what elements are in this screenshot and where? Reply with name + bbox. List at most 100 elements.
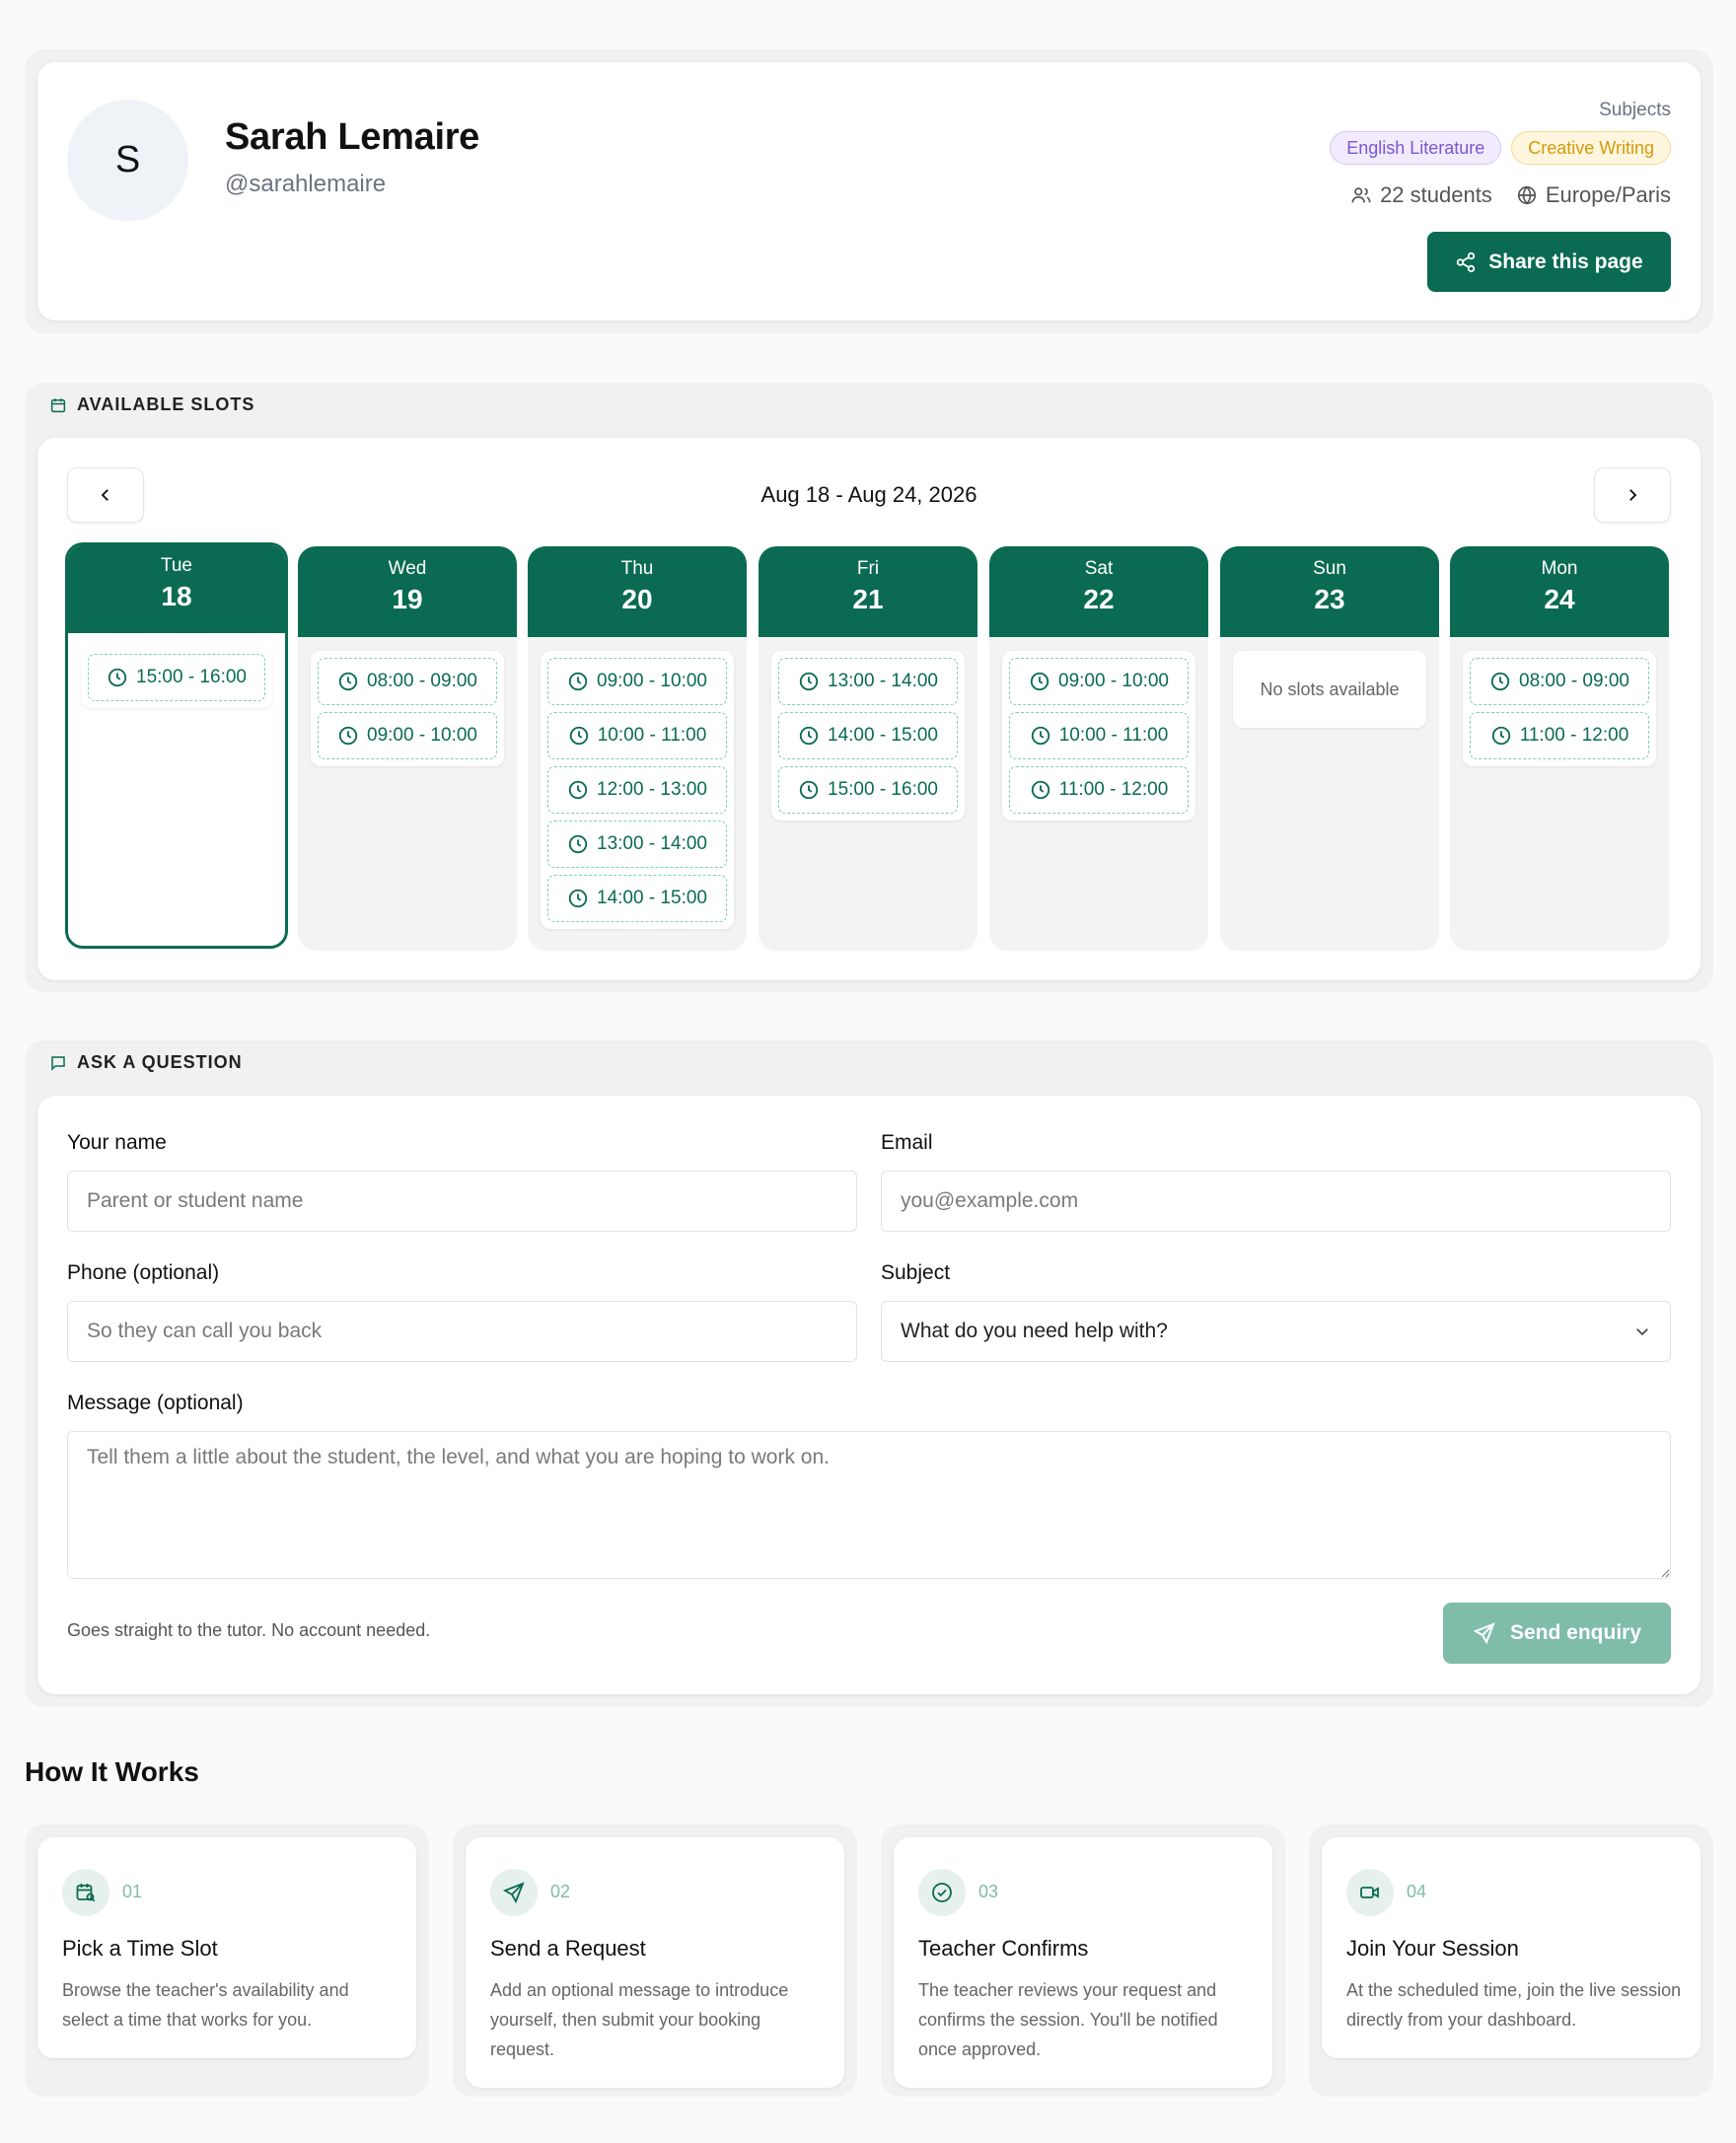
subject-select[interactable]: What do you need help with? <box>881 1301 1671 1362</box>
day-of-week: Wed <box>388 558 427 579</box>
slot-list: 09:00 - 10:00 10:00 - 11:00 11:00 - 12:00 <box>1002 651 1195 821</box>
question-card: Your name Email Phone (optional) Subject… <box>37 1096 1700 1694</box>
time-slot[interactable]: 15:00 - 16:00 <box>778 766 958 814</box>
clock-icon <box>799 780 819 800</box>
time-slot[interactable]: 11:00 - 12:00 <box>1470 712 1649 759</box>
day-of-week: Mon <box>1541 558 1578 579</box>
clock-icon <box>1030 672 1049 691</box>
time-slot[interactable]: 08:00 - 09:00 <box>318 658 497 705</box>
clock-icon <box>568 834 588 854</box>
day-column-wed[interactable]: Wed 19 08:00 - 09:00 09:00 - 10:00 <box>298 546 517 951</box>
day-number: 24 <box>1544 584 1575 614</box>
clock-icon <box>338 672 358 691</box>
day-column-mon[interactable]: Mon 24 08:00 - 09:00 11:00 - 12:00 <box>1450 546 1669 951</box>
step-card-04: 04 Join Your Session At the scheduled time… <box>1309 1824 1713 2097</box>
day-of-week: Tue <box>160 555 193 576</box>
day-header: Tue 18 <box>68 545 285 633</box>
clock-icon <box>1031 780 1049 800</box>
users-icon <box>1351 187 1371 203</box>
day-header: Thu 20 <box>528 546 747 637</box>
day-number: 19 <box>392 584 423 614</box>
prev-week-button[interactable] <box>67 467 144 523</box>
time-slot[interactable]: 13:00 - 14:00 <box>778 658 958 705</box>
phone-label: Phone (optional) <box>67 1261 220 1284</box>
message-textarea[interactable] <box>67 1431 1671 1579</box>
calendar-icon <box>50 397 66 412</box>
day-column-sun[interactable]: Sun 23 No slots available <box>1220 546 1439 951</box>
clock-icon <box>1490 672 1510 691</box>
clock-icon <box>568 889 588 908</box>
time-slot[interactable]: 11:00 - 12:00 <box>1009 766 1189 814</box>
day-header: Fri 21 <box>759 546 977 637</box>
subject-label: Subject <box>881 1261 951 1284</box>
time-slot[interactable]: 15:00 - 16:00 <box>88 654 265 701</box>
calendar-search-icon <box>76 1884 96 1902</box>
time-slot[interactable]: 14:00 - 15:00 <box>778 712 958 759</box>
clock-icon <box>568 780 588 800</box>
subject-badges: English Literature Creative Writing <box>1330 131 1671 165</box>
clock-icon <box>338 726 358 746</box>
day-number: 21 <box>852 584 884 614</box>
time-slot[interactable]: 14:00 - 15:00 <box>547 875 727 922</box>
subject-badge: Creative Writing <box>1511 131 1671 165</box>
step-number: 03 <box>978 1882 999 1901</box>
day-column-fri[interactable]: Fri 21 13:00 - 14:00 14:00 - 15:00 15:00 - 1… <box>759 546 977 951</box>
slot-list: 13:00 - 14:00 14:00 - 15:00 15:00 - 16:00 <box>771 651 965 821</box>
time-slot[interactable]: 13:00 - 14:00 <box>547 821 727 868</box>
phone-input[interactable] <box>67 1301 857 1362</box>
step-title: Join Your Session <box>1346 1936 1519 1961</box>
clock-icon <box>568 672 588 691</box>
step-icon <box>1346 1869 1394 1916</box>
email-label: Email <box>881 1131 933 1154</box>
slot-list: 09:00 - 10:00 10:00 - 11:00 12:00 - 13:00 1… <box>541 651 734 929</box>
day-column-sat[interactable]: Sat 22 09:00 - 10:00 10:00 - 11:00 11:00 - 1… <box>989 546 1208 951</box>
slot-list: 08:00 - 09:00 09:00 - 10:00 <box>311 651 504 766</box>
time-slot[interactable]: 09:00 - 10:00 <box>1009 658 1189 705</box>
share-button[interactable]: Share this page <box>1427 232 1671 292</box>
step-number: 04 <box>1407 1882 1427 1901</box>
subjects-label: Subjects <box>1599 100 1671 120</box>
email-input[interactable] <box>881 1171 1671 1232</box>
clock-icon <box>799 726 819 746</box>
step-title: Teacher Confirms <box>918 1936 1089 1961</box>
step-card-02: 02 Send a Request Add an optional message … <box>453 1824 857 2097</box>
profile-card: S Sarah Lemaire @sarahlemaire Subjects E… <box>37 62 1700 321</box>
slot-list: 15:00 - 16:00 <box>81 647 272 708</box>
send-icon <box>502 1882 525 1904</box>
day-column-tue[interactable]: Tue 18 15:00 - 16:00 <box>65 542 288 949</box>
step-card-03: 03 Teacher Confirms The teacher reviews yo… <box>881 1824 1285 2097</box>
profile-name: Sarah Lemaire <box>225 116 480 158</box>
time-slot[interactable]: 10:00 - 11:00 <box>1009 712 1189 759</box>
video-icon <box>1360 1887 1379 1898</box>
step-card-inner: 03 Teacher Confirms The teacher reviews yo… <box>894 1837 1272 2088</box>
timezone: Europe/Paris <box>1516 182 1671 208</box>
time-slot[interactable]: 09:00 - 10:00 <box>318 712 497 759</box>
time-slot[interactable]: 08:00 - 09:00 <box>1470 658 1649 705</box>
day-of-week: Sat <box>1084 558 1114 579</box>
name-label: Your name <box>67 1131 167 1154</box>
avatar: S <box>67 100 188 221</box>
chevron-right-icon <box>1629 489 1637 501</box>
day-header: Mon 24 <box>1450 546 1669 637</box>
send-enquiry-button[interactable]: Send enquiry <box>1443 1603 1671 1664</box>
step-card-inner: 02 Send a Request Add an optional message … <box>466 1837 844 2088</box>
day-of-week: Fri <box>856 558 880 579</box>
time-slot[interactable]: 12:00 - 13:00 <box>547 766 727 814</box>
step-description: At the scheduled time, join the live ses… <box>1346 1980 1682 2030</box>
calendar-card: Aug 18 - Aug 24, 2026 Tue 18 15:00 - 16:00… <box>37 438 1700 980</box>
step-description: Browse the teacher's availability and se… <box>62 1980 349 2030</box>
question-heading: ASK A QUESTION <box>49 1052 243 1073</box>
time-slot[interactable]: 09:00 - 10:00 <box>547 658 727 705</box>
time-slot[interactable]: 10:00 - 11:00 <box>547 712 727 759</box>
day-column-thu[interactable]: Thu 20 09:00 - 10:00 10:00 - 11:00 12:00 - 1… <box>528 546 747 951</box>
slot-list: No slots available <box>1233 651 1426 728</box>
send-icon <box>1473 1622 1495 1645</box>
name-input[interactable] <box>67 1171 857 1232</box>
clock-icon <box>569 726 588 746</box>
day-number: 18 <box>161 581 192 611</box>
chevron-left-icon <box>101 489 108 501</box>
next-week-button[interactable] <box>1594 467 1671 523</box>
profile-handle: @sarahlemaire <box>225 171 387 197</box>
chevron-down-icon <box>1636 1328 1648 1336</box>
slots-heading: AVAILABLE SLOTS <box>49 394 254 415</box>
